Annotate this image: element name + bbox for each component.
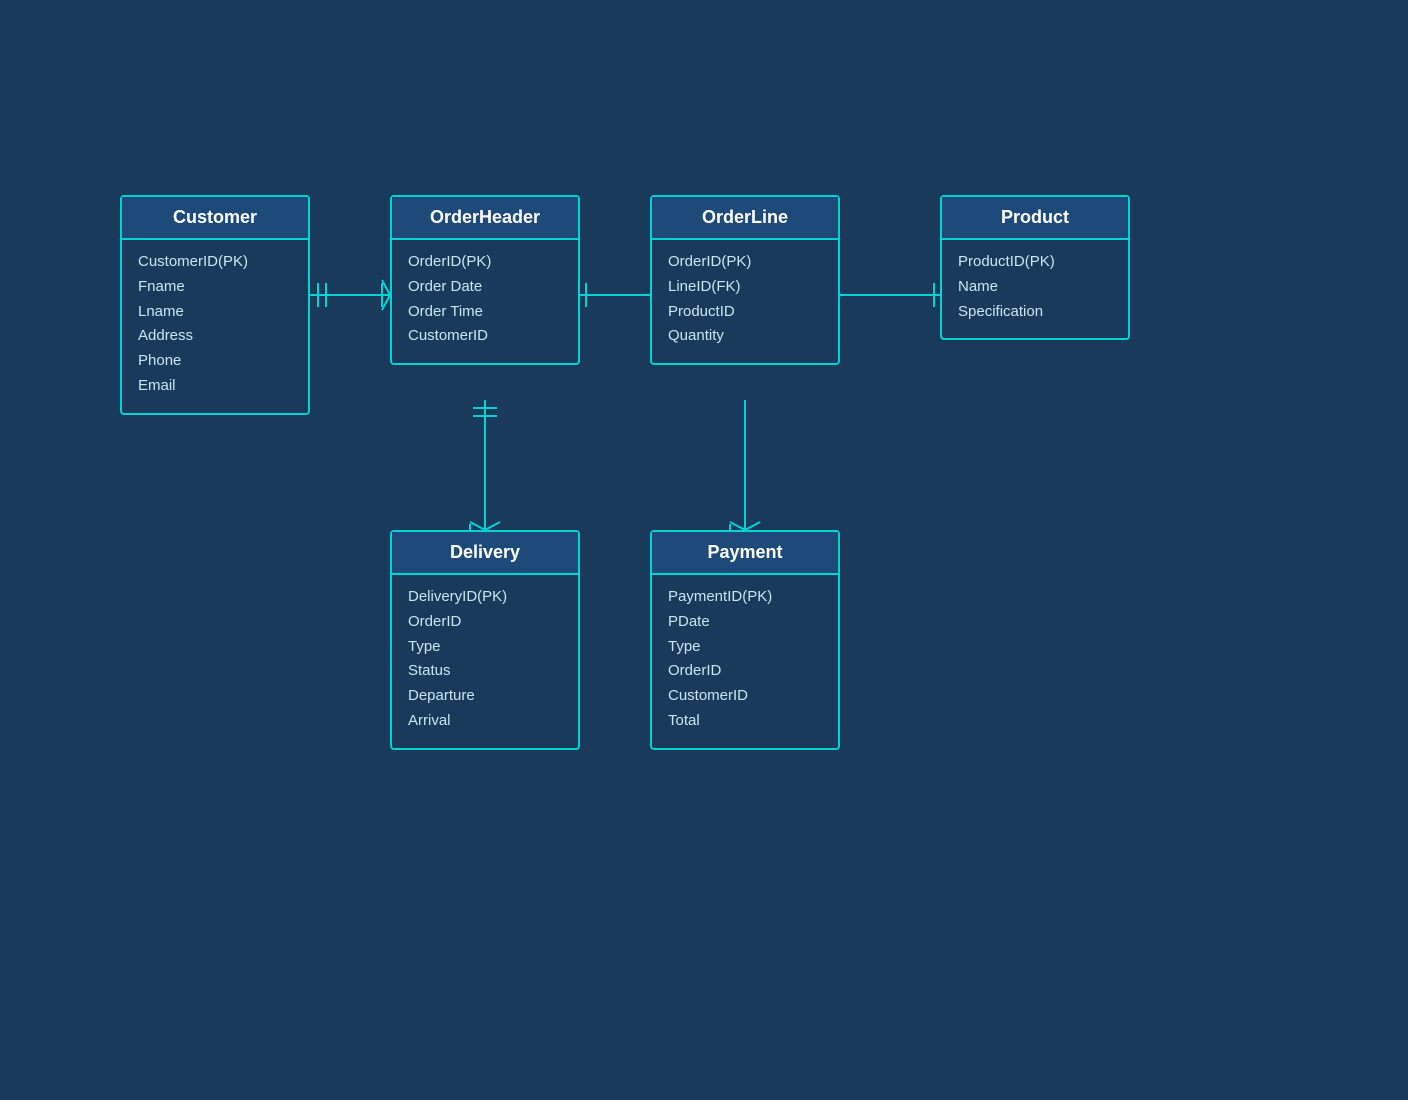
delivery-entity: Delivery DeliveryID(PK) OrderID Type Sta… xyxy=(390,530,580,750)
payment-field-4: CustomerID xyxy=(668,684,822,709)
customer-field-4: Phone xyxy=(138,349,292,374)
customer-title: Customer xyxy=(122,197,308,240)
payment-field-0: PaymentID(PK) xyxy=(668,585,822,610)
payment-entity: Payment PaymentID(PK) PDate Type OrderID… xyxy=(650,530,840,750)
orderheader-title: OrderHeader xyxy=(392,197,578,240)
delivery-field-0: DeliveryID(PK) xyxy=(408,585,562,610)
delivery-body: DeliveryID(PK) OrderID Type Status Depar… xyxy=(392,575,578,748)
product-field-1: Name xyxy=(958,275,1112,300)
customer-field-5: Email xyxy=(138,374,292,399)
delivery-field-2: Type xyxy=(408,635,562,660)
delivery-field-3: Status xyxy=(408,659,562,684)
orderheader-field-3: CustomerID xyxy=(408,324,562,349)
orderheader-body: OrderID(PK) Order Date Order Time Custom… xyxy=(392,240,578,363)
orderheader-field-1: Order Date xyxy=(408,275,562,300)
product-field-0: ProductID(PK) xyxy=(958,250,1112,275)
customer-body: CustomerID(PK) Fname Lname Address Phone… xyxy=(122,240,308,413)
product-body: ProductID(PK) Name Specification xyxy=(942,240,1128,338)
product-field-2: Specification xyxy=(958,300,1112,325)
orderline-field-2: ProductID xyxy=(668,300,822,325)
customer-entity: Customer CustomerID(PK) Fname Lname Addr… xyxy=(120,195,310,415)
payment-field-1: PDate xyxy=(668,610,822,635)
payment-field-2: Type xyxy=(668,635,822,660)
payment-field-5: Total xyxy=(668,709,822,734)
delivery-field-4: Departure xyxy=(408,684,562,709)
orderline-field-1: LineID(FK) xyxy=(668,275,822,300)
customer-field-3: Address xyxy=(138,324,292,349)
orderline-entity: OrderLine OrderID(PK) LineID(FK) Product… xyxy=(650,195,840,365)
delivery-title: Delivery xyxy=(392,532,578,575)
orderline-field-0: OrderID(PK) xyxy=(668,250,822,275)
orderheader-field-0: OrderID(PK) xyxy=(408,250,562,275)
erd-diagram: Customer CustomerID(PK) Fname Lname Addr… xyxy=(0,0,1408,1100)
customer-field-2: Lname xyxy=(138,300,292,325)
customer-field-1: Fname xyxy=(138,275,292,300)
orderline-body: OrderID(PK) LineID(FK) ProductID Quantit… xyxy=(652,240,838,363)
payment-field-3: OrderID xyxy=(668,659,822,684)
payment-title: Payment xyxy=(652,532,838,575)
payment-body: PaymentID(PK) PDate Type OrderID Custome… xyxy=(652,575,838,748)
orderline-title: OrderLine xyxy=(652,197,838,240)
delivery-field-1: OrderID xyxy=(408,610,562,635)
orderline-field-3: Quantity xyxy=(668,324,822,349)
customer-field-0: CustomerID(PK) xyxy=(138,250,292,275)
orderheader-field-2: Order Time xyxy=(408,300,562,325)
delivery-field-5: Arrival xyxy=(408,709,562,734)
product-entity: Product ProductID(PK) Name Specification xyxy=(940,195,1130,340)
product-title: Product xyxy=(942,197,1128,240)
orderheader-entity: OrderHeader OrderID(PK) Order Date Order… xyxy=(390,195,580,365)
